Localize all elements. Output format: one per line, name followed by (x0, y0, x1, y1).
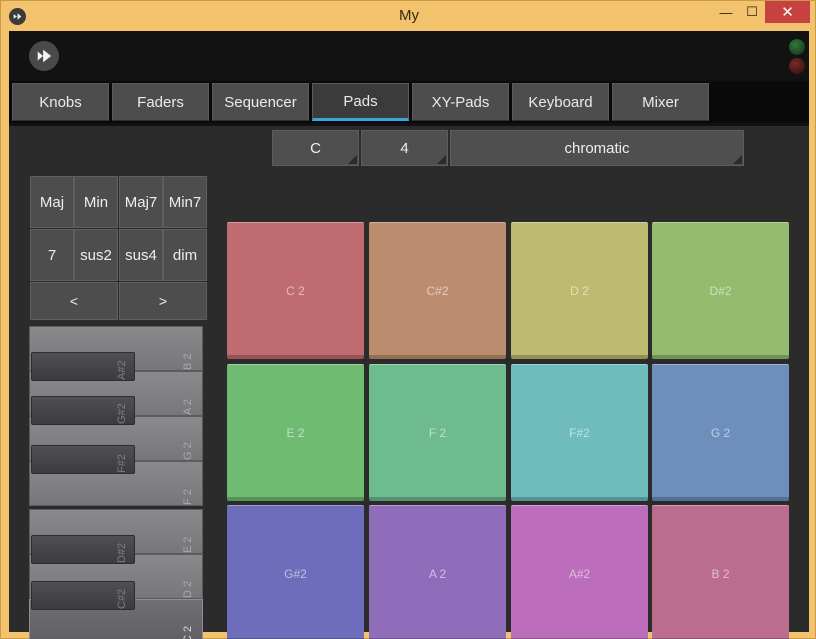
chord-min7-button[interactable]: Min7 (163, 176, 207, 228)
key-label: F#2 (116, 454, 128, 473)
next-button[interactable]: > (119, 282, 207, 320)
pad-label: D 2 (570, 284, 589, 298)
pad-label: G 2 (710, 426, 731, 440)
chord-min-button[interactable]: Min (74, 176, 118, 228)
black-key-c-sharp-2[interactable]: C#2 (31, 581, 135, 610)
pad-a-sharp-2[interactable]: A#2 (511, 505, 648, 639)
window-title: My (399, 7, 419, 24)
key-label: G#2 (116, 403, 128, 424)
pad-f-sharp-2[interactable]: F#2 (511, 364, 648, 501)
pad-label: A#2 (568, 567, 591, 581)
key-label: F 2 (182, 489, 194, 505)
black-key-g-sharp-2[interactable]: G#2 (31, 396, 135, 425)
key-label: G 2 (182, 442, 194, 460)
chord-sus2-button[interactable]: sus2 (74, 229, 118, 281)
title-bar: My — ☐ ✕ (1, 1, 816, 31)
tab-sequencer[interactable]: Sequencer (212, 83, 309, 121)
pad-label: E 2 (286, 426, 305, 440)
key-label: D 2 (182, 580, 194, 598)
chord-dim-button[interactable]: dim (163, 229, 207, 281)
pad-label: C 2 (286, 284, 305, 298)
chord-7-button[interactable]: 7 (30, 229, 74, 281)
pad-label: D#2 (709, 284, 732, 298)
chord-sus4-button[interactable]: sus4 (119, 229, 163, 281)
pad-e2[interactable]: E 2 (227, 364, 364, 501)
chord-maj-button[interactable]: Maj (30, 176, 74, 228)
pad-label: G#2 (284, 567, 307, 581)
pad-d2[interactable]: D 2 (511, 222, 648, 359)
tab-bar: Knobs Faders Sequencer Pads XY-Pads Keyb… (9, 81, 809, 123)
minimize-button[interactable]: — (713, 1, 739, 23)
dropdown-corner-icon (348, 155, 357, 164)
root-note-value: C (310, 139, 321, 157)
key-label: C 2 (182, 625, 194, 639)
chord-maj7-button[interactable]: Maj7 (119, 176, 163, 228)
black-key-d-sharp-2[interactable]: D#2 (31, 535, 135, 564)
tab-knobs[interactable]: Knobs (12, 83, 109, 121)
tab-keyboard[interactable]: Keyboard (512, 83, 609, 121)
key-label: E 2 (182, 536, 194, 553)
pad-c2[interactable]: C 2 (227, 222, 364, 359)
pad-label: B 2 (711, 567, 730, 581)
pad-g-sharp-2[interactable]: G#2 (227, 505, 364, 639)
pad-d-sharp-2[interactable]: D#2 (652, 222, 789, 359)
app-client-area: Knobs Faders Sequencer Pads XY-Pads Keyb… (9, 31, 809, 639)
root-note-dropdown[interactable]: C (272, 130, 359, 166)
scale-value: chromatic (564, 139, 630, 157)
key-label: A 2 (182, 399, 194, 415)
pad-label: F 2 (428, 426, 447, 440)
dropdown-corner-icon (733, 155, 742, 164)
pad-label: F#2 (569, 426, 590, 440)
tab-faders[interactable]: Faders (112, 83, 209, 121)
kivy-logo-icon (29, 41, 59, 71)
pad-c-sharp-2[interactable]: C#2 (369, 222, 506, 359)
status-led-green-icon (789, 39, 805, 55)
close-button[interactable]: ✕ (765, 1, 810, 23)
octave-dropdown[interactable]: 4 (361, 130, 448, 166)
key-label: A#2 (116, 360, 128, 380)
app-window: My — ☐ ✕ Knobs Faders Sequencer Pads XY-… (0, 0, 816, 639)
dropdown-corner-icon (437, 155, 446, 164)
key-label: B 2 (182, 353, 194, 370)
black-key-a-sharp-2[interactable]: A#2 (31, 352, 135, 381)
tab-pads[interactable]: Pads (312, 83, 409, 121)
app-header (9, 31, 809, 79)
key-label: D#2 (116, 542, 128, 563)
tab-mixer[interactable]: Mixer (612, 83, 709, 121)
tab-xy-pads[interactable]: XY-Pads (412, 83, 509, 121)
previous-button[interactable]: < (30, 282, 118, 320)
pad-b2[interactable]: B 2 (652, 505, 789, 639)
maximize-button[interactable]: ☐ (739, 1, 765, 23)
pad-label: C#2 (426, 284, 449, 298)
key-label: C#2 (116, 588, 128, 609)
pad-a2[interactable]: A 2 (369, 505, 506, 639)
status-led-red-icon (789, 58, 805, 74)
black-key-f-sharp-2[interactable]: F#2 (31, 445, 135, 474)
pads-screen: C 4 chromatic Maj Min Maj7 Min7 7 sus2 s… (9, 126, 809, 639)
octave-value: 4 (400, 139, 409, 157)
scale-dropdown[interactable]: chromatic (450, 130, 744, 166)
pad-f2[interactable]: F 2 (369, 364, 506, 501)
pad-label: A 2 (428, 567, 447, 581)
pad-g2[interactable]: G 2 (652, 364, 789, 501)
